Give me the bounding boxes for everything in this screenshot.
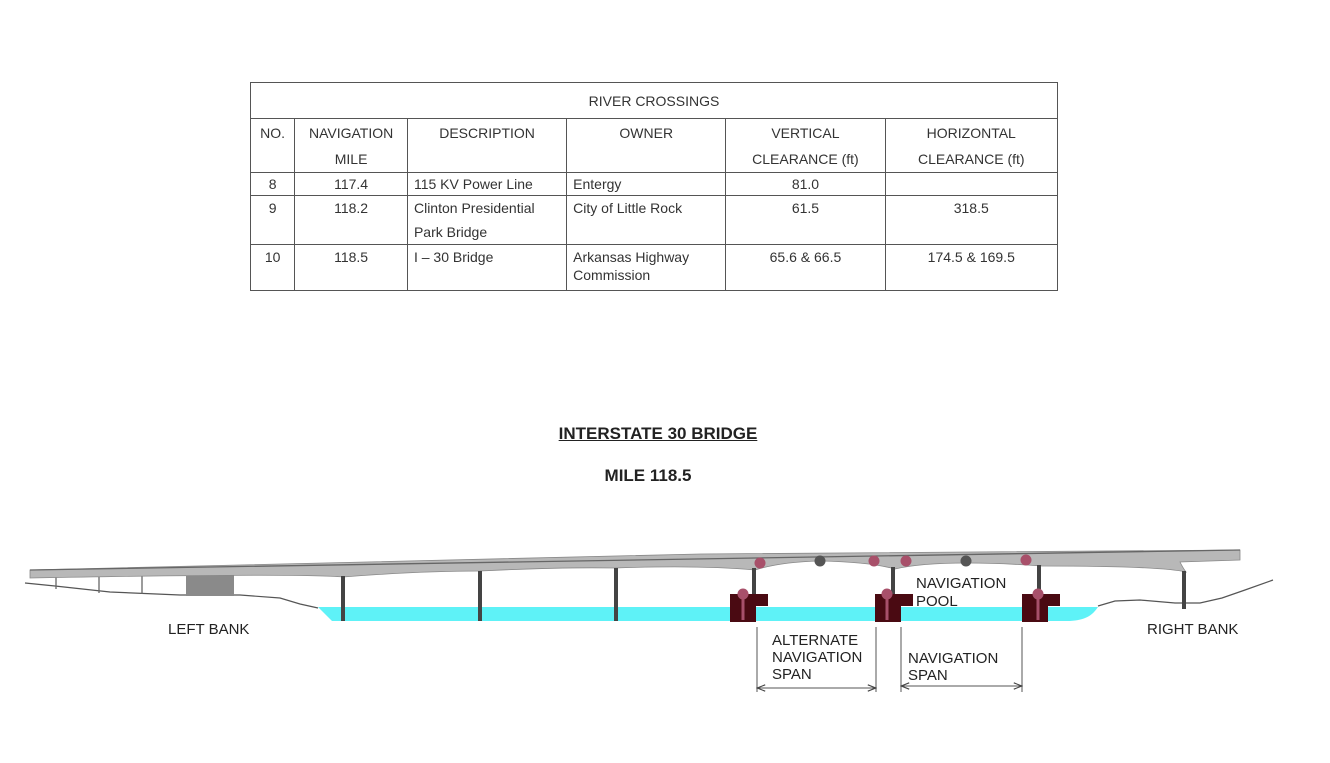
bridge-deck <box>29 549 1241 579</box>
right-bank-label: RIGHT BANK <box>1147 621 1238 638</box>
pier-light-stem <box>1036 594 1040 620</box>
red-navigation-light <box>900 555 912 567</box>
left-bank-ground <box>24 582 319 609</box>
red-navigation-light <box>868 555 880 567</box>
navigation-pool-label-1: NAVIGATION <box>916 575 1006 592</box>
alternate-span-label-2: NAVIGATION <box>772 649 862 666</box>
gray-navigation-light <box>814 555 826 567</box>
navigation-pool-label-2: POOL <box>916 593 958 610</box>
pier-light-stem <box>741 594 745 620</box>
bridge-elevation-drawing: LEFT BANK RIGHT BANK NAVIGATION POOL ALT… <box>24 549 1274 692</box>
navigation-span-label-1: NAVIGATION <box>908 650 998 667</box>
pier-light-stem <box>885 594 889 620</box>
red-navigation-light <box>754 557 766 569</box>
river-water <box>318 607 1098 621</box>
navigation-span-label-2: SPAN <box>908 667 948 684</box>
alternate-span-label-3: SPAN <box>772 666 812 683</box>
alternate-span-label-1: ALTERNATE <box>772 632 858 649</box>
gray-navigation-light <box>960 555 972 567</box>
left-bank-label: LEFT BANK <box>168 621 249 638</box>
red-navigation-light <box>1020 554 1032 566</box>
